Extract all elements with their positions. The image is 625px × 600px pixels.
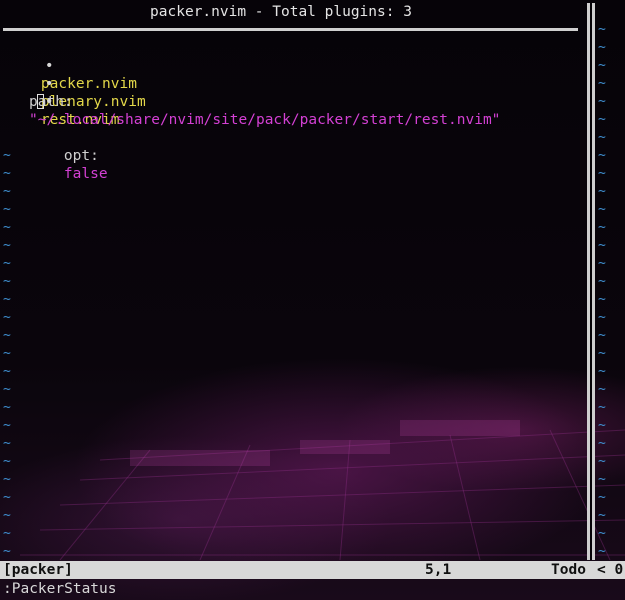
tilde-filler: ~ bbox=[3, 418, 11, 433]
tilde-filler: ~ bbox=[598, 112, 606, 127]
tilde-filler: ~ bbox=[3, 472, 11, 487]
tilde-filler: ~ bbox=[3, 454, 11, 469]
tilde-filler: ~ bbox=[3, 274, 11, 289]
status-scroll-indicator: Todo bbox=[551, 562, 586, 578]
tilde-filler: ~ bbox=[3, 166, 11, 181]
tilde-filler: ~ bbox=[3, 508, 11, 523]
tilde-filler: ~ bbox=[3, 526, 11, 541]
split-separator-gap bbox=[590, 3, 592, 560]
plugin-list-item[interactable]: • plenary.nvim bbox=[0, 57, 146, 110]
detail-opt-key: opt: bbox=[63, 148, 99, 164]
tilde-filler: ~ bbox=[3, 220, 11, 235]
plugin-list-item-selected[interactable]: • rest.nvim bbox=[0, 75, 120, 128]
tilde-filler: ~ bbox=[598, 436, 606, 451]
tilde-filler: ~ bbox=[3, 346, 11, 361]
status-buffer-name: [packer] bbox=[3, 562, 73, 578]
tilde-filler: ~ bbox=[598, 274, 606, 289]
tilde-filler: ~ bbox=[598, 166, 606, 181]
tilde-filler: ~ bbox=[598, 310, 606, 325]
tilde-filler: ~ bbox=[598, 364, 606, 379]
tilde-filler: ~ bbox=[598, 22, 606, 37]
tilde-filler: ~ bbox=[598, 94, 606, 109]
tilde-filler: ~ bbox=[598, 490, 606, 505]
tilde-filler: ~ bbox=[598, 328, 606, 343]
detail-opt-value: false bbox=[63, 166, 108, 182]
status-line: [packer] 5,1 Todo < 0 bbox=[0, 561, 625, 579]
tilde-filler: ~ bbox=[598, 508, 606, 523]
status-right-window: < 0 bbox=[597, 562, 624, 578]
tilde-filler: ~ bbox=[598, 58, 606, 73]
right-empty-window[interactable]: ~~~~~~~~~~~~~~~~~~~~~~~~~~~~~~~ bbox=[595, 0, 625, 577]
tilde-filler: ~ bbox=[3, 310, 11, 325]
plugin-list-item[interactable]: • packer.nvim bbox=[0, 39, 137, 92]
tilde-filler: ~ bbox=[598, 130, 606, 145]
tilde-filler: ~ bbox=[3, 382, 11, 397]
tilde-filler: ~ bbox=[598, 40, 606, 55]
tilde-filler: ~ bbox=[598, 526, 606, 541]
tilde-filler: ~ bbox=[598, 346, 606, 361]
tilde-filler: ~ bbox=[598, 292, 606, 307]
tilde-filler: ~ bbox=[3, 490, 11, 505]
tilde-filler: ~ bbox=[598, 220, 606, 235]
tilde-filler: ~ bbox=[3, 148, 11, 163]
detail-path-key: path: bbox=[29, 94, 73, 110]
command-line[interactable]: :PackerStatus bbox=[3, 580, 117, 598]
tilde-filler: ~ bbox=[598, 544, 606, 559]
tilde-filler: ~ bbox=[3, 400, 11, 415]
tilde-filler: ~ bbox=[3, 256, 11, 271]
window-title: packer.nvim - Total plugins: 3 bbox=[150, 4, 412, 20]
tilde-filler: ~ bbox=[3, 436, 11, 451]
tilde-filler: ~ bbox=[3, 184, 11, 199]
detail-opt-row: opt: false bbox=[29, 129, 108, 182]
tilde-filler: ~ bbox=[598, 472, 606, 487]
tilde-filler: ~ bbox=[598, 76, 606, 91]
tilde-filler: ~ bbox=[598, 256, 606, 271]
tilde-filler: ~ bbox=[598, 418, 606, 433]
tilde-filler: ~ bbox=[3, 544, 11, 559]
tilde-filler: ~ bbox=[3, 328, 11, 343]
title-separator bbox=[3, 28, 578, 31]
tilde-filler: ~ bbox=[598, 202, 606, 217]
tilde-filler: ~ bbox=[3, 364, 11, 379]
detail-path-value: "~/.local/share/nvim/site/pack/packer/st… bbox=[29, 112, 501, 128]
tilde-filler: ~ bbox=[3, 292, 11, 307]
tilde-filler: ~ bbox=[598, 382, 606, 397]
packer-status-window[interactable]: packer.nvim - Total plugins: 3 • packer.… bbox=[0, 0, 587, 560]
tilde-filler: ~ bbox=[598, 400, 606, 415]
tilde-filler: ~ bbox=[598, 184, 606, 199]
tilde-filler: ~ bbox=[3, 202, 11, 217]
tilde-filler: ~ bbox=[3, 238, 11, 253]
tilde-filler: ~ bbox=[598, 148, 606, 163]
status-cursor-position: 5,1 bbox=[425, 562, 452, 578]
tilde-filler: ~ bbox=[598, 454, 606, 469]
tilde-filler: ~ bbox=[598, 238, 606, 253]
